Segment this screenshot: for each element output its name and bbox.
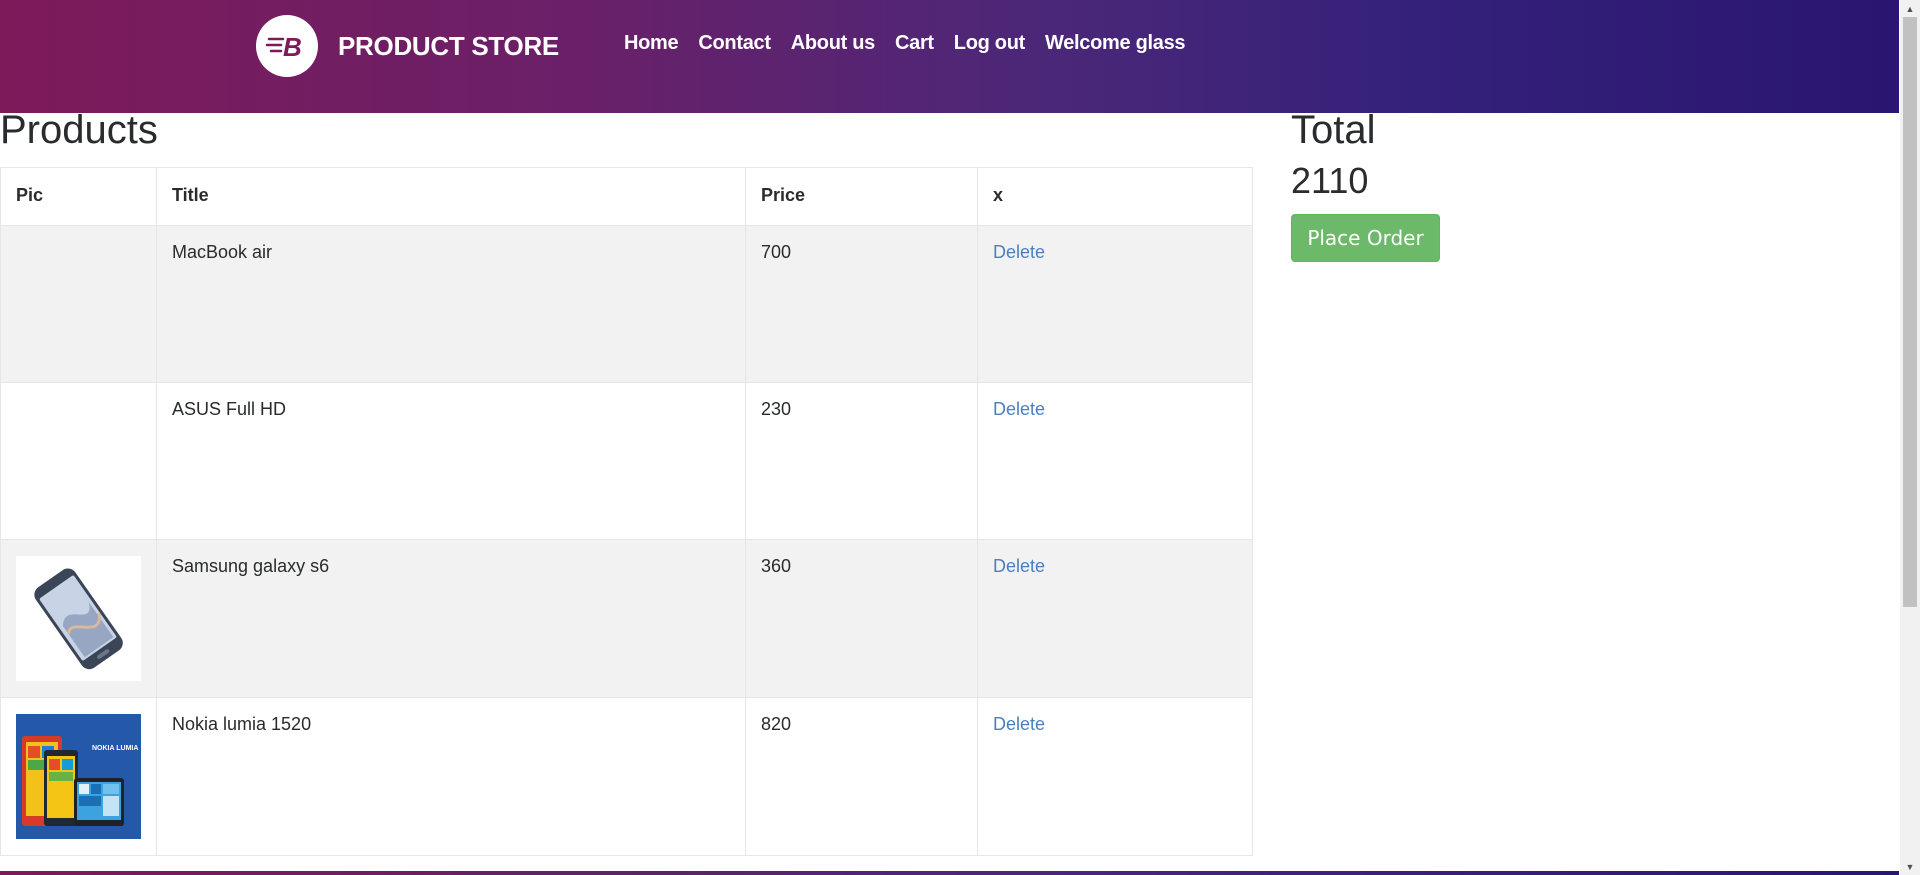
scrollbar-thumb[interactable] — [1903, 17, 1917, 607]
cell-pic — [0, 382, 157, 540]
place-order-button[interactable]: Place Order — [1291, 214, 1440, 262]
nav-about-us[interactable]: About us — [781, 32, 885, 55]
nokia-lumia-1520-image: NOKIA LUMIA — [16, 714, 141, 839]
column-header-price: Price — [745, 167, 978, 226]
table-row: Samsung galaxy s6 360 Delete — [0, 539, 1253, 698]
total-heading: Total — [1291, 108, 1376, 152]
page: B PRODUCT STORE Home Contact About us Ca… — [0, 0, 1920, 875]
delete-link[interactable]: Delete — [993, 242, 1045, 262]
cell-action: Delete — [977, 382, 1253, 540]
samsung-galaxy-s6-image — [16, 556, 141, 681]
scroll-down-arrow-icon[interactable]: ▼ — [1900, 858, 1920, 875]
delete-link[interactable]: Delete — [993, 556, 1045, 576]
cell-action: Delete — [977, 225, 1253, 383]
nav-home[interactable]: Home — [624, 32, 688, 55]
scroll-up-arrow-icon[interactable]: ▲ — [1900, 0, 1920, 17]
column-header-x: x — [977, 167, 1253, 226]
table-header-row: Pic Title Price x — [0, 167, 1253, 226]
nav-welcome-user[interactable]: Welcome glass — [1035, 32, 1195, 55]
delete-link[interactable]: Delete — [993, 399, 1045, 419]
table-row: ASUS Full HD 230 Delete — [0, 382, 1253, 540]
table-row: NOKIA LUMIA Nokia lumia 1520 820 Delete — [0, 697, 1253, 856]
total-amount: 2110 — [1291, 160, 1369, 201]
brand-logo-icon: B — [256, 15, 318, 77]
cell-price: 700 — [745, 225, 978, 383]
cell-title: Samsung galaxy s6 — [156, 539, 746, 698]
cell-pic: NOKIA LUMIA — [0, 697, 157, 856]
nav-cart[interactable]: Cart — [885, 32, 944, 55]
brand-name[interactable]: PRODUCT STORE — [338, 31, 559, 62]
cell-action: Delete — [977, 697, 1253, 856]
cell-title: ASUS Full HD — [156, 382, 746, 540]
nav-log-out[interactable]: Log out — [944, 32, 1035, 55]
cell-title: MacBook air — [156, 225, 746, 383]
cell-pic — [0, 539, 157, 698]
nokia-image-caption: NOKIA LUMIA — [92, 745, 138, 752]
nav-links: Home Contact About us Cart Log out Welco… — [624, 32, 1195, 55]
column-header-title: Title — [156, 167, 746, 226]
cell-action: Delete — [977, 539, 1253, 698]
vertical-scrollbar[interactable]: ▲ ▼ — [1900, 0, 1920, 875]
cell-price: 820 — [745, 697, 978, 856]
footer-strip — [0, 871, 1899, 875]
cell-price: 230 — [745, 382, 978, 540]
brand-link[interactable]: B PRODUCT STORE — [256, 15, 559, 77]
nav-contact[interactable]: Contact — [688, 32, 780, 55]
table-row: MacBook air 700 Delete — [0, 225, 1253, 383]
column-header-pic: Pic — [0, 167, 157, 226]
navbar: B PRODUCT STORE Home Contact About us Ca… — [0, 0, 1899, 113]
delete-link[interactable]: Delete — [993, 714, 1045, 734]
brand-logo-letter: B — [283, 32, 302, 62]
cart-table: Pic Title Price x MacBook air 700 Delete… — [0, 167, 1253, 856]
cell-price: 360 — [745, 539, 978, 698]
cell-pic — [0, 225, 157, 383]
products-heading: Products — [0, 108, 158, 152]
cell-title: Nokia lumia 1520 — [156, 697, 746, 856]
